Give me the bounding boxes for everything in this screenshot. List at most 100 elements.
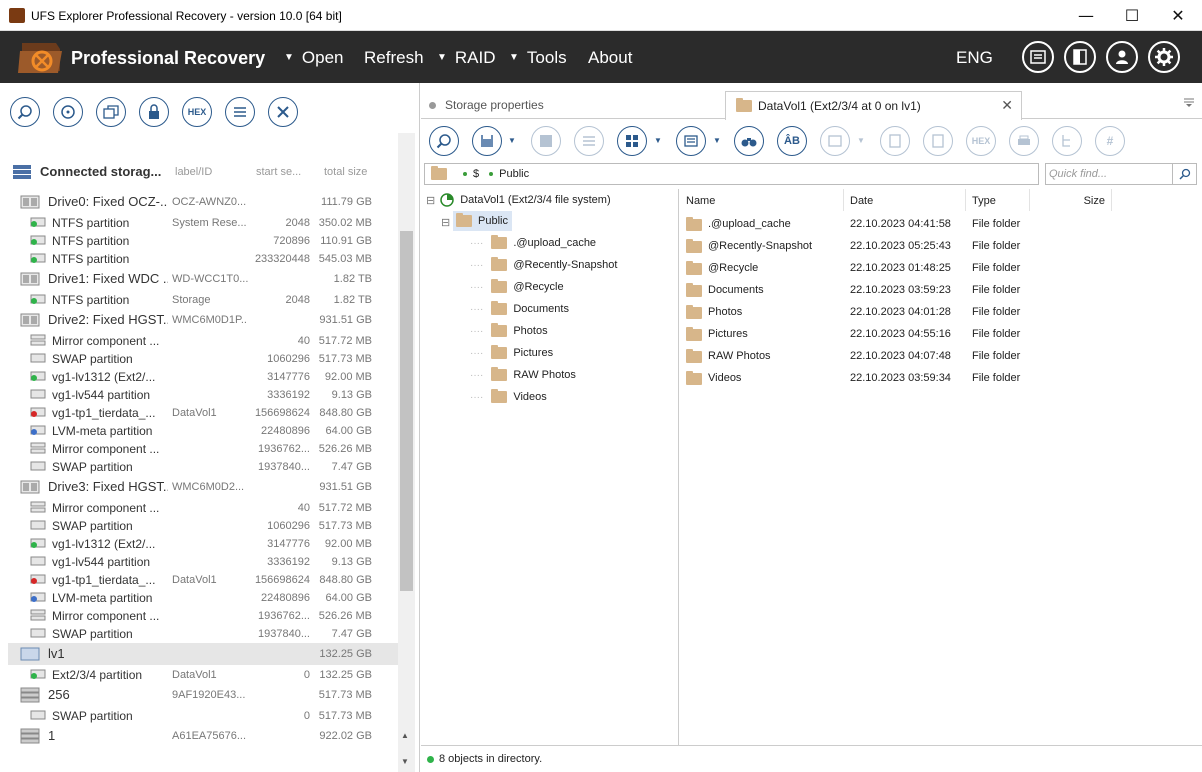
col-type[interactable]: Type xyxy=(966,189,1030,211)
close-tab-icon[interactable]: ✕ xyxy=(1001,97,1013,114)
col-label-id[interactable]: label/ID xyxy=(175,166,212,178)
tree-public-toggle[interactable]: ⊟ xyxy=(441,212,450,232)
menu-tools[interactable]: ▼ Tools xyxy=(509,48,567,68)
list-view-button[interactable] xyxy=(225,97,255,127)
storage-row-partition[interactable]: vg1-tp1_tierdata_... DataVol1 156698624 848… xyxy=(8,571,398,589)
panel-toggle-button[interactable] xyxy=(1064,41,1096,73)
close-window-button[interactable]: ✕ xyxy=(1155,0,1201,31)
collapse-icon[interactable]: ⊟ xyxy=(426,194,435,207)
storage-row-device[interactable]: Drive2: Fixed HGST... WMC6M0D1P... 931.51 … xyxy=(8,309,398,331)
file-row[interactable]: Pictures 22.10.2023 04:55:16 File folder xyxy=(680,323,1202,345)
storage-row-partition[interactable]: SWAP partition 0 517.73 MB xyxy=(8,707,398,725)
col-size[interactable]: Size xyxy=(1030,189,1112,211)
tab-storage-properties[interactable]: Storage properties xyxy=(429,91,724,119)
collapse-icon[interactable]: ⊟ xyxy=(441,216,450,229)
storage-row-device[interactable]: 1 A61EA75676... 922.02 GB xyxy=(8,725,398,747)
scroll-down-icon[interactable]: ▼ xyxy=(401,757,409,766)
scan-button[interactable] xyxy=(10,97,40,127)
storage-row-partition[interactable]: vg1-lv544 partition 3336192 9.13 GB xyxy=(8,386,398,404)
storage-row-partition[interactable]: Mirror component ... 40 517.72 MB xyxy=(8,499,398,517)
save-button[interactable] xyxy=(472,126,502,156)
storage-row-partition[interactable]: vg1-lv1312 (Ext2/... 3147776 92.00 MB xyxy=(8,535,398,553)
open-image-button[interactable] xyxy=(96,97,126,127)
quick-find-input[interactable]: Quick find... xyxy=(1045,163,1173,185)
scroll-up-icon[interactable]: ▲ xyxy=(401,731,409,740)
file-row[interactable]: Photos 22.10.2023 04:01:28 File folder xyxy=(680,301,1202,323)
menu-raid[interactable]: ▼ RAID xyxy=(437,48,496,68)
disk-scan-button[interactable] xyxy=(53,97,83,127)
storage-row-partition[interactable]: NTFS partition 233320448 545.03 MB xyxy=(8,250,398,268)
text-encoding-button[interactable]: ÂB xyxy=(777,126,807,156)
storage-row-device[interactable]: Drive3: Fixed HGST... WMC6M0D2... 931.51 G… xyxy=(8,476,398,498)
path-box[interactable]: $ Public xyxy=(424,163,1039,185)
storage-row-partition[interactable]: NTFS partition 720896 110.91 GB xyxy=(8,232,398,250)
account-button[interactable] xyxy=(1106,41,1138,73)
log-button[interactable] xyxy=(1022,41,1054,73)
save-dropdown-icon[interactable]: ▼ xyxy=(508,136,516,145)
file-row[interactable]: .@upload_cache 22.10.2023 04:41:58 File fo… xyxy=(680,213,1202,235)
tab-menu-icon[interactable] xyxy=(1183,97,1195,109)
scrollbar-thumb[interactable] xyxy=(400,231,413,591)
path-segment-root[interactable]: $ xyxy=(473,168,479,180)
storage-row-partition[interactable]: Mirror component ... 40 517.72 MB xyxy=(8,332,398,350)
storage-row-device[interactable]: Drive1: Fixed WDC ... WD-WCC1T0... 1.82 TB xyxy=(8,268,398,290)
file-row[interactable]: @Recently-Snapshot 22.10.2023 05:25:43 Fil… xyxy=(680,235,1202,257)
storage-row-partition[interactable]: SWAP partition 1937840... 7.47 GB xyxy=(8,625,398,643)
tree-node-folder[interactable]: ···· .@upload_cache xyxy=(470,233,596,253)
storage-row-partition[interactable]: Mirror component ... 1936762... 526.26 MB xyxy=(8,607,398,625)
search-files-button[interactable] xyxy=(734,126,764,156)
storage-row-partition[interactable]: Mirror component ... 1936762... 526.26 MB xyxy=(8,440,398,458)
tree-node-folder[interactable]: ···· Pictures xyxy=(470,343,553,363)
storage-row-partition[interactable]: vg1-tp1_tierdata_... DataVol1 156698624 848… xyxy=(8,404,398,422)
storage-row-partition[interactable]: LVM-meta partition 22480896 64.00 GB xyxy=(8,422,398,440)
storage-row-device[interactable]: Drive0: Fixed OCZ-... OCZ-AWNZ0... 111.79 … xyxy=(8,191,398,213)
maximize-button[interactable]: ☐ xyxy=(1109,0,1155,31)
storage-row-partition[interactable]: vg1-lv544 partition 3336192 9.13 GB xyxy=(8,553,398,571)
storage-row-partition[interactable]: vg1-lv1312 (Ext2/... 3147776 92.00 MB xyxy=(8,368,398,386)
file-row[interactable]: Documents 22.10.2023 03:59:23 File folder xyxy=(680,279,1202,301)
menu-open[interactable]: ▼ Open xyxy=(284,48,344,68)
minimize-button[interactable]: — xyxy=(1063,0,1109,31)
lock-button[interactable] xyxy=(139,97,169,127)
storage-row-partition[interactable]: NTFS partition Storage 2048 1.82 TB xyxy=(8,291,398,309)
details-view-button[interactable] xyxy=(676,126,706,156)
storage-row-partition[interactable]: LVM-meta partition 22480896 64.00 GB xyxy=(8,589,398,607)
language-selector[interactable]: ENG xyxy=(956,48,993,68)
menu-about[interactable]: About xyxy=(588,48,632,68)
hex-viewer-button[interactable]: HEX xyxy=(182,97,212,127)
storage-row-partition[interactable]: SWAP partition 1937840... 7.47 GB xyxy=(8,458,398,476)
storage-row-device[interactable]: lv1 132.25 GB xyxy=(8,643,398,665)
path-segment-public[interactable]: Public xyxy=(499,168,529,180)
tree-root[interactable]: ⊟ DataVol1 (Ext2/3/4 file system) xyxy=(426,190,611,210)
file-row[interactable]: RAW Photos 22.10.2023 04:07:48 File folder xyxy=(680,345,1202,367)
quick-find-button[interactable] xyxy=(1173,163,1197,185)
menu-refresh[interactable]: Refresh xyxy=(364,48,424,68)
storage-row-partition[interactable]: SWAP partition 1060296 517.73 MB xyxy=(8,517,398,535)
tree-node-folder[interactable]: ···· RAW Photos xyxy=(470,365,576,385)
col-total-size[interactable]: total size xyxy=(324,166,367,178)
tab-datavol1[interactable]: DataVol1 (Ext2/3/4 at 0 on lv1) ✕ xyxy=(725,91,1022,120)
tree-node-folder[interactable]: ···· @Recently-Snapshot xyxy=(470,255,617,275)
storage-row-partition[interactable]: SWAP partition 1060296 517.73 MB xyxy=(8,350,398,368)
storage-label: DataVol1 xyxy=(172,407,217,419)
file-row[interactable]: @Recycle 22.10.2023 01:48:25 File folder xyxy=(680,257,1202,279)
tree-node-folder[interactable]: ···· Photos xyxy=(470,321,548,341)
tree-node-public[interactable]: Public xyxy=(453,211,512,231)
storage-row-partition[interactable]: NTFS partition System Rese... 2048 350.02 M… xyxy=(8,214,398,232)
file-row[interactable]: Videos 22.10.2023 03:59:34 File folder xyxy=(680,367,1202,389)
view-mode-button[interactable] xyxy=(617,126,647,156)
find-button[interactable] xyxy=(429,126,459,156)
close-storage-button[interactable] xyxy=(268,97,298,127)
tree-node-folder[interactable]: ···· @Recycle xyxy=(470,277,564,297)
view-dropdown-icon[interactable]: ▼ xyxy=(654,136,662,145)
details-dropdown-icon[interactable]: ▼ xyxy=(713,136,721,145)
col-name[interactable]: Name xyxy=(680,189,844,211)
tree-node-folder[interactable]: ···· Videos xyxy=(470,387,547,407)
col-date[interactable]: Date xyxy=(844,189,966,211)
tree-node-folder[interactable]: ···· Documents xyxy=(470,299,569,319)
settings-button[interactable] xyxy=(1148,41,1180,73)
storage-row-partition[interactable]: Ext2/3/4 partition DataVol1 0 132.25 GB xyxy=(8,666,398,684)
storage-scrollbar[interactable]: ▼ ▲ xyxy=(398,133,415,772)
storage-row-device[interactable]: 256 9AF1920E43... 517.73 MB xyxy=(8,684,398,706)
col-start-sector[interactable]: start se... xyxy=(256,166,301,178)
